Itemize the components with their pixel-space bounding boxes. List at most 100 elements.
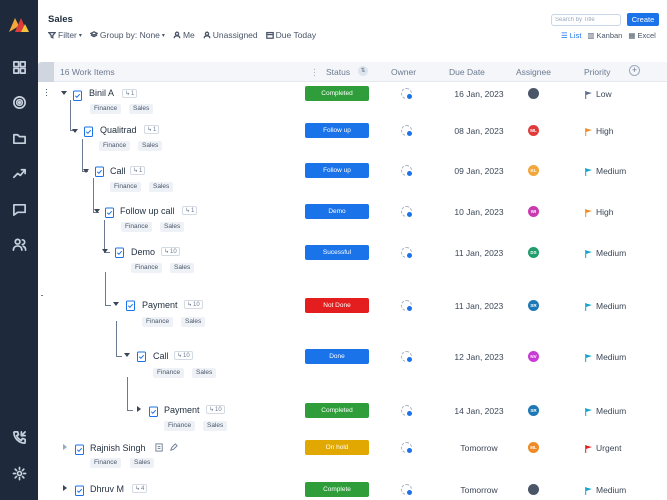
- collapse-caret-icon[interactable]: [113, 302, 119, 306]
- due-date[interactable]: 14 Jan, 2023: [446, 406, 512, 416]
- tag-sales[interactable]: Sales: [170, 263, 195, 273]
- priority-cell[interactable]: Medium: [585, 485, 626, 495]
- tag-finance[interactable]: Finance: [153, 368, 185, 378]
- task-checkbox-icon[interactable]: [75, 442, 84, 455]
- due-date-column-header[interactable]: Due Date: [449, 67, 485, 77]
- task-name[interactable]: Binil A: [89, 88, 114, 98]
- due-today-filter[interactable]: Due Today: [265, 30, 316, 40]
- task-name[interactable]: Follow up call: [120, 206, 175, 216]
- unassigned-filter[interactable]: Unassigned: [203, 30, 258, 40]
- tag-finance[interactable]: Finance: [131, 263, 163, 273]
- priority-cell[interactable]: Urgent: [585, 443, 622, 453]
- priority-cell[interactable]: Medium: [585, 166, 626, 176]
- tag-sales[interactable]: Sales: [192, 368, 217, 378]
- task-checkbox-icon[interactable]: [95, 164, 104, 177]
- task-name[interactable]: Demo: [131, 247, 155, 257]
- status-badge[interactable]: Sucessful: [305, 245, 369, 260]
- edit-icon[interactable]: [169, 443, 178, 452]
- assignee-avatar[interactable]: KL: [528, 165, 539, 176]
- priority-cell[interactable]: Medium: [585, 301, 626, 311]
- task-checkbox-icon[interactable]: [105, 205, 114, 218]
- task-name[interactable]: Call: [110, 166, 126, 176]
- tag-finance[interactable]: Finance: [90, 458, 122, 468]
- owner-add-icon[interactable]: [401, 484, 413, 496]
- task-checkbox-icon[interactable]: [115, 245, 124, 258]
- tag-finance[interactable]: Finance: [110, 182, 142, 192]
- assignee-avatar[interactable]: [528, 88, 539, 99]
- row-options-icon[interactable]: · · ·: [45, 85, 48, 100]
- priority-cell[interactable]: High: [585, 126, 613, 136]
- tag-finance[interactable]: Finance: [90, 104, 122, 114]
- owner-add-icon[interactable]: [401, 300, 413, 312]
- tag-sales[interactable]: Sales: [203, 421, 228, 431]
- tag-sales[interactable]: Sales: [130, 458, 155, 468]
- target-icon[interactable]: [9, 92, 29, 112]
- dashboard-icon[interactable]: [9, 57, 29, 77]
- collapse-caret-icon[interactable]: [72, 129, 78, 133]
- excel-view-button[interactable]: ▦ Excel: [628, 31, 655, 40]
- status-badge[interactable]: Not Done: [305, 298, 369, 313]
- owner-column-header[interactable]: Owner: [391, 67, 416, 77]
- assignee-avatar[interactable]: SR: [528, 300, 539, 311]
- priority-cell[interactable]: Medium: [585, 352, 626, 362]
- kanban-view-button[interactable]: ▥ Kanban: [587, 31, 622, 40]
- app-logo[interactable]: [7, 14, 31, 34]
- status-badge[interactable]: On hold: [305, 440, 369, 455]
- priority-cell[interactable]: High: [585, 207, 613, 217]
- chat-icon[interactable]: [9, 199, 29, 219]
- task-name[interactable]: Payment: [142, 300, 178, 310]
- priority-cell[interactable]: Medium: [585, 406, 626, 416]
- owner-add-icon[interactable]: [401, 442, 413, 454]
- tag-finance[interactable]: Finance: [142, 317, 174, 327]
- task-name[interactable]: Payment: [164, 405, 200, 415]
- status-badge[interactable]: Demo: [305, 204, 369, 219]
- tag-sales[interactable]: Sales: [160, 222, 185, 232]
- owner-add-icon[interactable]: [401, 88, 413, 100]
- due-date[interactable]: Tomorrow: [446, 443, 512, 453]
- due-date[interactable]: 11 Jan, 2023: [446, 248, 512, 258]
- group-by-dropdown[interactable]: Group by: None ▾: [89, 30, 165, 40]
- due-date[interactable]: 09 Jan, 2023: [446, 166, 512, 176]
- tag-finance[interactable]: Finance: [99, 141, 131, 151]
- folder-icon[interactable]: [9, 128, 29, 148]
- task-checkbox-icon[interactable]: [84, 124, 93, 137]
- collapse-caret-icon[interactable]: [102, 249, 108, 253]
- filter-button[interactable]: Filter ▾: [48, 30, 82, 40]
- tag-finance[interactable]: Finance: [164, 421, 196, 431]
- expand-caret-icon[interactable]: [137, 406, 141, 412]
- expand-caret-icon[interactable]: [63, 485, 67, 491]
- due-date[interactable]: 16 Jan, 2023: [446, 89, 512, 99]
- add-column-icon[interactable]: +: [629, 65, 640, 76]
- tag-sales[interactable]: Sales: [149, 182, 174, 192]
- assignee-column-header[interactable]: Assignee: [516, 67, 551, 77]
- status-badge[interactable]: Completed: [305, 86, 369, 101]
- users-icon[interactable]: [9, 234, 29, 254]
- assignee-avatar[interactable]: DS: [528, 247, 539, 258]
- list-view-button[interactable]: ☰ List: [561, 31, 581, 40]
- tag-sales[interactable]: Sales: [129, 104, 154, 114]
- me-filter[interactable]: Me: [173, 30, 195, 40]
- status-badge[interactable]: Completed: [305, 403, 369, 418]
- assignee-avatar[interactable]: ML: [528, 442, 539, 453]
- task-checkbox-icon[interactable]: [126, 298, 135, 311]
- due-date[interactable]: 08 Jan, 2023: [446, 126, 512, 136]
- priority-cell[interactable]: Medium: [585, 248, 626, 258]
- status-badge[interactable]: Follow up: [305, 123, 369, 138]
- assignee-avatar[interactable]: [528, 484, 539, 495]
- owner-add-icon[interactable]: [401, 247, 413, 259]
- tag-finance[interactable]: Finance: [121, 222, 153, 232]
- assignee-avatar[interactable]: SR: [528, 405, 539, 416]
- owner-add-icon[interactable]: [401, 405, 413, 417]
- task-checkbox-icon[interactable]: [75, 483, 84, 496]
- collapse-caret-icon[interactable]: [124, 353, 130, 357]
- due-date[interactable]: 12 Jan, 2023: [446, 352, 512, 362]
- tag-sales[interactable]: Sales: [181, 317, 206, 327]
- status-badge[interactable]: Done: [305, 349, 369, 364]
- create-button[interactable]: Create: [627, 13, 659, 26]
- due-date[interactable]: Tomorrow: [446, 485, 512, 495]
- task-name[interactable]: Call: [153, 351, 169, 361]
- owner-add-icon[interactable]: [401, 351, 413, 363]
- status-badge[interactable]: Follow up: [305, 163, 369, 178]
- assignee-avatar[interactable]: ML: [528, 125, 539, 136]
- settings-icon[interactable]: [9, 463, 29, 483]
